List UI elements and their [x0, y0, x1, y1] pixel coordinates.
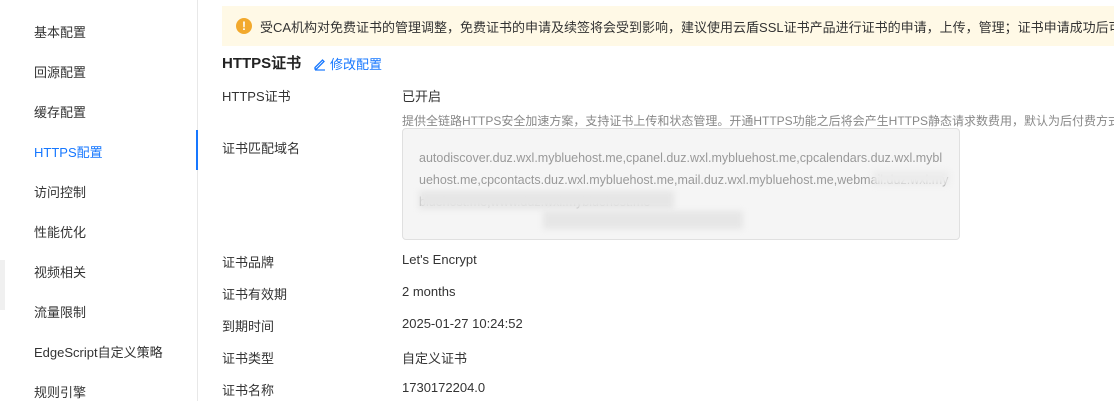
- sidebar-item-label: 基本配置: [34, 25, 87, 40]
- sidebar-scroll-handle[interactable]: [0, 260, 5, 310]
- sidebar-nav: 基本配置 回源配置 缓存配置 HTTPS配置 访问控制 性能优化 视频相关 流量…: [0, 0, 198, 401]
- cert-type-label: 证书类型: [222, 351, 275, 366]
- edit-config-button[interactable]: 修改配置: [313, 54, 382, 73]
- notice-text: 受CA机构对免费证书的管理调整，免费证书的申请及续签将会受到影响，建议使用云盾S…: [260, 20, 1114, 35]
- sidebar-item-edgescript[interactable]: EdgeScript自定义策略: [0, 330, 197, 370]
- sidebar-item-label: 视频相关: [34, 265, 87, 280]
- sidebar-item-label: HTTPS配置: [34, 145, 103, 160]
- cert-name-value: 1730172204.0: [402, 380, 486, 395]
- sidebar-item-access-control[interactable]: 访问控制: [0, 170, 197, 210]
- sidebar-item-origin[interactable]: 回源配置: [0, 50, 197, 90]
- sidebar-item-label: 规则引擎: [34, 385, 87, 400]
- sidebar-item-https[interactable]: HTTPS配置: [0, 130, 198, 170]
- redaction-blur: [419, 191, 674, 209]
- cert-brand-label: 证书品牌: [222, 255, 275, 270]
- sidebar-item-label: 访问控制: [34, 185, 87, 200]
- sidebar-item-cache[interactable]: 缓存配置: [0, 90, 197, 130]
- redaction-blur: [873, 171, 949, 185]
- sidebar-item-label: 流量限制: [34, 305, 87, 320]
- sidebar-item-rules-engine[interactable]: 规则引擎: [0, 370, 197, 410]
- warning-icon: !: [236, 18, 252, 34]
- main-content: ! 受CA机构对免费证书的管理调整，免费证书的申请及续签将会受到影响，建议使用云…: [198, 0, 1114, 401]
- sidebar-item-performance[interactable]: 性能优化: [0, 210, 197, 250]
- sidebar-item-video[interactable]: 视频相关: [0, 250, 197, 290]
- edit-config-label: 修改配置: [330, 57, 383, 72]
- sidebar-item-basic[interactable]: 基本配置: [0, 10, 197, 50]
- https-cert-label: HTTPS证书: [222, 89, 291, 104]
- section-title: HTTPS证书: [222, 55, 302, 72]
- cert-type-value: 自定义证书: [402, 351, 468, 366]
- cert-brand-value: Let's Encrypt: [402, 252, 477, 267]
- domains-field: autodiscover.duz.wxl.mybluehost.me,cpane…: [402, 128, 960, 240]
- cert-validity-label: 证书有效期: [222, 287, 288, 302]
- sidebar-item-label: EdgeScript自定义策略: [34, 345, 163, 360]
- cert-validity-value: 2 months: [402, 284, 456, 299]
- edit-icon: [314, 59, 325, 71]
- warning-notice: ! 受CA机构对免费证书的管理调整，免费证书的申请及续签将会受到影响，建议使用云…: [222, 6, 1114, 46]
- redaction-blur: [543, 211, 743, 229]
- cert-expiry-label: 到期时间: [222, 319, 275, 334]
- sidebar-item-traffic-limit[interactable]: 流量限制: [0, 290, 197, 330]
- sidebar-item-label: 性能优化: [34, 225, 87, 240]
- https-cert-value: 已开启: [402, 89, 442, 104]
- cert-name-label: 证书名称: [222, 383, 275, 398]
- sidebar-item-label: 回源配置: [34, 65, 87, 80]
- sidebar-item-label: 缓存配置: [34, 105, 87, 120]
- domains-label: 证书匹配域名: [222, 141, 301, 156]
- cert-expiry-value: 2025-01-27 10:24:52: [402, 316, 523, 331]
- https-description: 提供全链路HTTPS安全加速方案，支持证书上传和状态管理。开通HTTPS功能之后…: [402, 114, 1114, 128]
